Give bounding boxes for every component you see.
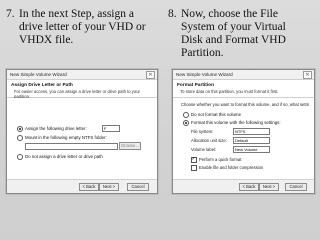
step-line: In the next Step, assign a — [19, 8, 134, 20]
radio-label: Do not format this volume — [191, 112, 242, 118]
step-line: System of your Virtual — [181, 21, 286, 33]
step-line: Now, choose the File — [181, 8, 278, 20]
checkbox-icon — [191, 164, 197, 171]
step-line: drive letter of your VHD or — [19, 21, 146, 33]
checkbox-label: Perform a quick format — [199, 157, 242, 163]
step-8-instruction: 8. Now, choose the File System of your V… — [168, 8, 318, 68]
volume-label-input[interactable]: New Volume — [233, 146, 270, 153]
assign-drive-letter-wizard: New Simple Volume Wizard ✕ Assign Drive … — [6, 69, 158, 194]
browse-button[interactable]: Browse... — [119, 142, 141, 150]
no-letter-radio[interactable]: Do not assign a drive letter or drive pa… — [17, 153, 103, 160]
cancel-button[interactable]: Cancel — [127, 183, 149, 191]
next-button[interactable]: Next > — [259, 183, 279, 191]
radio-icon — [17, 153, 23, 160]
file-system-select[interactable]: NTFS — [233, 128, 270, 135]
step-text: In the next Step, assign a drive letter … — [19, 8, 146, 47]
step-line: VHDX file. — [19, 34, 74, 46]
step-text: Now, choose the File System of your Virt… — [181, 8, 286, 60]
close-icon[interactable]: ✕ — [146, 71, 155, 79]
step-number: 7. — [6, 8, 15, 20]
wizard-titlebar: New Simple Volume Wizard ✕ — [173, 70, 314, 80]
wizard-header-subtitle: To store data on this partition, you mus… — [180, 89, 279, 94]
format-question: Choose whether you want to format this v… — [181, 102, 309, 107]
radio-selected-icon — [183, 119, 189, 126]
next-button[interactable]: Next > — [99, 183, 119, 191]
radio-label: Do not assign a drive letter or drive pa… — [25, 154, 103, 160]
format-radio[interactable]: Format this volume with the following se… — [183, 119, 281, 126]
drive-letter-value: F — [104, 126, 107, 131]
radio-icon — [183, 111, 189, 118]
wizard-footer: < Back Next > Cancel — [7, 179, 157, 193]
radio-label: Mount in the following empty NTFS folder… — [25, 135, 107, 141]
folder-path-input — [25, 143, 118, 150]
wizard-header-title: Assign Drive Letter or Path — [11, 83, 73, 88]
cancel-button[interactable]: Cancel — [285, 183, 307, 191]
mount-folder-radio[interactable]: Mount in the following empty NTFS folder… — [17, 134, 107, 141]
no-format-radio[interactable]: Do not format this volume — [183, 111, 242, 118]
quick-format-checkbox[interactable]: Perform a quick format — [191, 156, 242, 163]
wizard-header-title: Format Partition — [177, 83, 215, 88]
wizard-footer: < Back Next > Cancel — [173, 179, 314, 193]
step-number: 8. — [168, 8, 177, 20]
checkbox-checked-icon — [191, 156, 197, 163]
volume-label-label: Volume label: — [191, 147, 217, 152]
close-icon[interactable]: ✕ — [303, 71, 312, 79]
format-partition-wizard: New Simple Volume Wizard ✕ Format Partit… — [172, 69, 315, 194]
volume-label-value: New Volume — [235, 147, 258, 152]
allocation-unit-select[interactable]: Default — [233, 137, 270, 144]
wizard-title: New Simple Volume Wizard — [176, 72, 233, 77]
wizard-header: Assign Drive Letter or Path For easier a… — [7, 80, 157, 99]
wizard-header: Format Partition To store data on this p… — [173, 80, 314, 98]
back-button[interactable]: < Back — [79, 183, 99, 191]
file-system-value: NTFS — [235, 129, 246, 134]
compression-checkbox[interactable]: Enable file and folder compression — [191, 164, 264, 171]
radio-selected-icon — [17, 125, 23, 132]
drive-letter-select[interactable]: F — [102, 125, 120, 132]
radio-label: Assign the following drive letter: — [25, 126, 87, 132]
wizard-body: Choose whether you want to format this v… — [173, 98, 314, 180]
allocation-unit-value: Default — [235, 138, 248, 143]
step-line: Disk and Format VHD — [181, 34, 286, 46]
wizard-titlebar: New Simple Volume Wizard ✕ — [7, 70, 157, 80]
wizard-title: New Simple Volume Wizard — [10, 72, 67, 77]
allocation-unit-label: Allocation unit size: — [191, 138, 227, 143]
back-button[interactable]: < Back — [239, 183, 259, 191]
file-system-label: File system: — [191, 129, 214, 134]
step-7-instruction: 7. In the next Step, assign a drive lett… — [6, 8, 166, 50]
radio-label: Format this volume with the following se… — [191, 120, 281, 126]
assign-letter-radio[interactable]: Assign the following drive letter: — [17, 125, 87, 132]
radio-icon — [17, 134, 23, 141]
wizard-body: Assign the following drive letter: F Mou… — [7, 98, 157, 180]
step-line: Partition. — [181, 47, 224, 59]
checkbox-label: Enable file and folder compression — [199, 165, 264, 171]
